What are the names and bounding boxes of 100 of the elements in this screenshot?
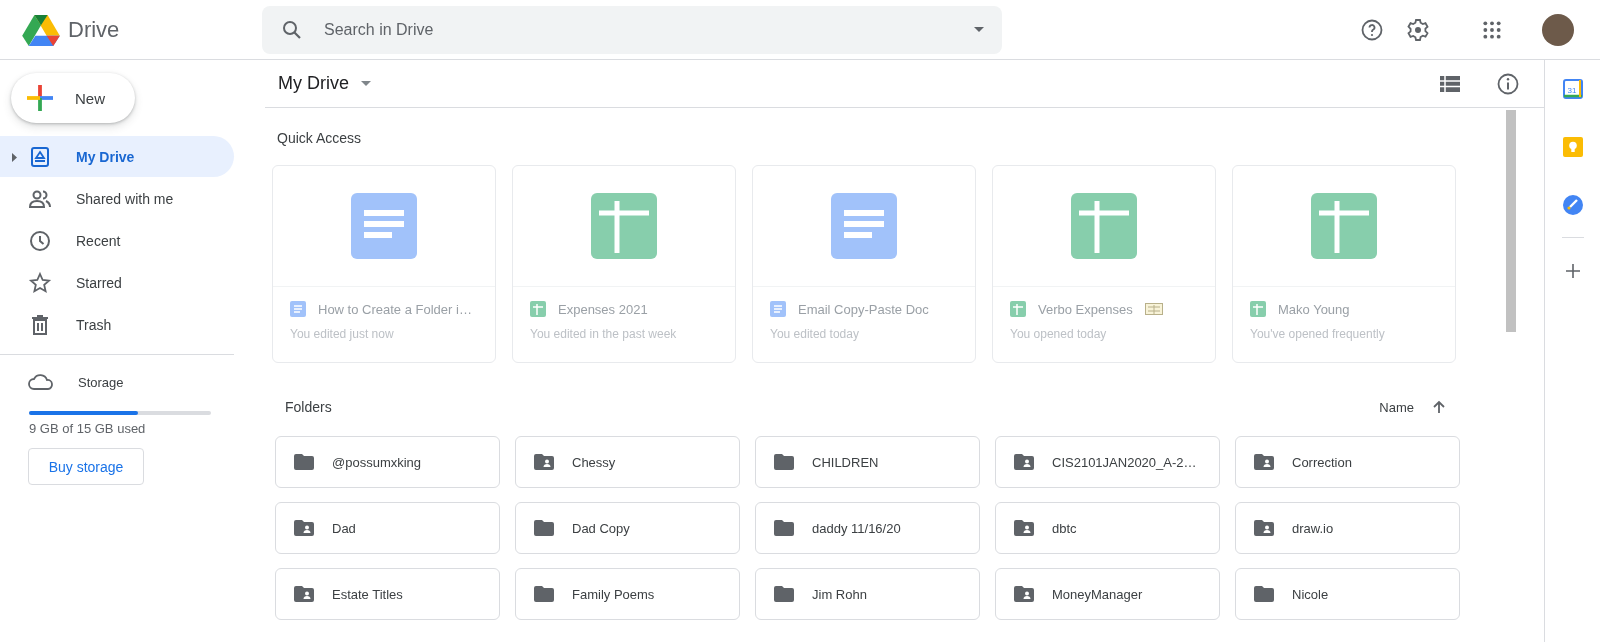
apps-grid-icon[interactable] [1482,19,1502,40]
buy-storage-button[interactable]: Buy storage [28,448,144,485]
calendar-icon[interactable]: 31 [1562,79,1583,99]
folder-icon [534,586,554,602]
file-name: Email Copy-Paste Doc [798,301,929,317]
expand-arrow-icon[interactable] [12,152,17,162]
settings-icon[interactable] [1406,17,1430,42]
folder-name: dbtc [1052,520,1077,536]
folder-tile[interactable]: Dad [275,502,500,554]
folder-name: Dad Copy [572,520,630,536]
file-activity: You opened today [1010,327,1108,341]
sort-arrow-icon[interactable] [1432,400,1446,414]
folder-icon [774,454,794,470]
storage-usage-text: 9 GB of 15 GB used [29,421,147,436]
folder-name: daddy 11/16/20 [812,520,901,536]
folder-tile[interactable]: CHILDREN [755,436,980,488]
folder-icon [294,454,314,470]
scrollbar-thumb[interactable] [1506,110,1516,332]
cloud-icon [28,373,54,391]
info-icon[interactable] [1496,71,1520,96]
spreadsheet-icon [1010,301,1026,317]
folder-tile[interactable]: Chessy [515,436,740,488]
add-icon[interactable] [1565,264,1580,278]
folder-title-dropdown[interactable]: My Drive [278,73,371,94]
spreadsheet-icon [530,301,546,317]
spreadsheet-icon [1071,193,1137,259]
file-name: Expenses 2021 [558,301,648,317]
drive-icon [28,144,52,169]
sidebar-item[interactable]: My Drive [0,136,234,177]
avatar[interactable] [1542,13,1574,46]
shared-folder-icon [1014,520,1034,536]
folder-tile[interactable]: @possumxking [275,436,500,488]
folder-name: Jim Rohn [812,586,867,602]
folder-tile[interactable]: MoneyManager [995,568,1220,620]
search-bar[interactable]: Search in Drive [262,5,1002,54]
file-name: Mako Young [1278,301,1350,317]
folder-tile[interactable]: Nicole [1235,568,1460,620]
shared-folder-icon [1254,454,1274,470]
star-icon [28,270,52,295]
caret-icon [361,81,371,86]
sidebar-item[interactable]: Shared with me [0,178,234,219]
sidebar-item[interactable]: Starred [0,262,234,303]
file-activity: You've opened frequently [1250,327,1386,341]
folder-icon [774,586,794,602]
folder-name: MoneyManager [1052,586,1143,602]
folder-name: Nicole [1292,586,1329,602]
folder-tile[interactable]: Estate Titles [275,568,500,620]
spreadsheet-icon [1311,193,1377,259]
list-view-icon[interactable] [1440,75,1460,92]
storage-label: Storage [78,374,124,390]
shared-folder-icon [534,454,554,470]
document-icon [351,193,417,259]
small-tag-icon [1144,303,1163,315]
sort-button[interactable]: Name [1379,399,1414,415]
file-name: Verbo Expenses [1038,301,1133,317]
folder-tile[interactable]: CIS2101JAN2020_A-2… [995,436,1220,488]
folder-name: @possumxking [332,454,422,470]
file-activity: You edited just now [290,327,395,341]
folder-tile[interactable]: Jim Rohn [755,568,980,620]
shared-folder-icon [1014,454,1034,470]
document-icon [290,301,306,317]
folder-icon [774,520,794,536]
folder-tile[interactable]: draw.io [1235,502,1460,554]
folder-tile[interactable]: daddy 11/16/20 [755,502,980,554]
section-heading: Folders [285,399,332,415]
app-name: Drive [68,16,120,43]
folder-name: Correction [1292,454,1352,470]
shared-folder-icon [294,586,314,602]
file-activity: You edited in the past week [530,327,678,341]
folder-tile[interactable]: Correction [1235,436,1460,488]
shared-folder-icon [1014,586,1034,602]
clock-icon [28,228,52,253]
dropdown-caret-icon[interactable] [974,27,984,32]
drive-logo-icon [22,13,60,46]
search-field[interactable]: Search in Drive [322,19,956,40]
sidebar-item[interactable]: Recent [0,220,234,261]
folder-icon [534,520,554,536]
folder-tile[interactable]: dbtc [995,502,1220,554]
file-name: How to Create a Folder i… [318,301,472,317]
folder-name: CIS2101JAN2020_A-2… [1052,454,1197,470]
plus-icon [27,85,53,111]
folder-name: draw.io [1292,520,1334,536]
folder-name: CHILDREN [812,454,879,470]
folder-tile[interactable]: Family Poems [515,568,740,620]
folder-name: Dad [332,520,356,536]
folder-tile[interactable]: Dad Copy [515,502,740,554]
calendar-day: 31 [1567,85,1576,95]
new-button[interactable]: New [11,73,135,123]
folder-icon [1254,586,1274,602]
shared-folder-icon [1254,520,1274,536]
spreadsheet-icon [591,193,657,259]
help-icon[interactable] [1360,17,1384,42]
sidebar-item[interactable]: Trash [0,304,234,345]
checkmark-circle-icon[interactable] [1562,195,1583,215]
file-activity: You edited today [770,327,860,341]
document-icon [770,301,786,317]
spreadsheet-icon [1250,301,1266,317]
section-heading: Quick Access [277,130,363,146]
folder-name: Chessy [572,454,616,470]
folder-name: Family Poems [572,586,655,602]
